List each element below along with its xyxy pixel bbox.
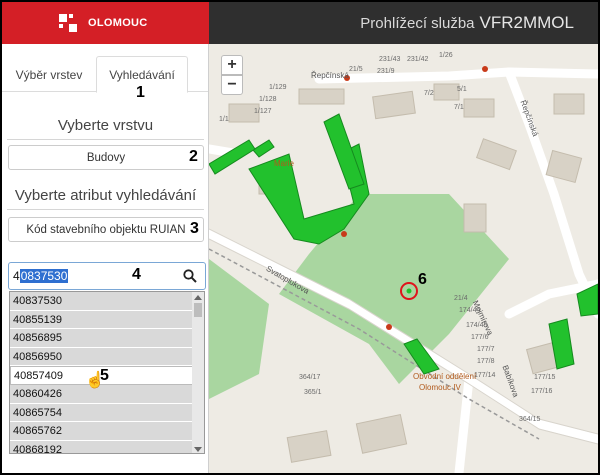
parcel-number: 1/127: [254, 108, 272, 115]
highlighted-building[interactable]: [406, 288, 412, 294]
street-label: Řepčínská: [311, 71, 349, 80]
search-selected-text: 0837530: [19, 269, 69, 283]
suggestion-item[interactable]: 40868192: [10, 440, 193, 453]
app-header: OLOMOUC Prohlížecí služba VFR2MMOL: [2, 2, 598, 44]
parcel-number: 231/43: [379, 56, 401, 63]
parcel-number: 1/1: [219, 116, 229, 123]
suggestion-item[interactable]: 40837530: [10, 292, 193, 311]
marker-1: 1: [136, 84, 145, 101]
parcel-number: 1/26: [439, 52, 453, 59]
brand-name: OLOMOUC: [88, 17, 148, 29]
parcel-number: 365/1: [304, 389, 322, 396]
parcel-number: 364/15: [519, 416, 541, 423]
scroll-down-icon[interactable]: [194, 447, 202, 452]
title-main: VFR2MMOL: [479, 13, 574, 32]
search-input[interactable]: 40837530: [8, 262, 206, 290]
scroll-thumb[interactable]: [194, 303, 202, 317]
marker-2: 2: [189, 148, 198, 165]
parcel-number: 174/45: [466, 322, 488, 329]
search-value: 40837530: [13, 269, 69, 283]
olomouc-logo-icon: [59, 14, 77, 32]
title-prefix: Prohlížecí služba: [360, 14, 475, 32]
parcel-number: 1/128: [259, 96, 277, 103]
parcel-number: 21/5: [349, 66, 363, 73]
screenshot-frame: OLOMOUC Prohlížecí služba VFR2MMOL Výběr…: [2, 2, 598, 473]
tab-bar: Výběr vrstev Vyhledávání: [2, 44, 208, 93]
suggestion-item[interactable]: 40855139: [10, 310, 193, 330]
suggestion-item[interactable]: 40856895: [10, 329, 193, 348]
parcel-number: 1/129: [269, 84, 287, 91]
marker-4: 4: [132, 266, 141, 283]
suggestion-item[interactable]: 40856950: [10, 347, 193, 367]
parcel-number: 7/1: [454, 104, 464, 111]
marker-5: 5: [100, 367, 109, 384]
parcel-number: 177/14: [474, 372, 496, 379]
parcel-number: 177/7: [477, 346, 495, 353]
suggestion-item[interactable]: 40865754: [10, 403, 193, 423]
parcel-number: 5/1: [457, 86, 467, 93]
marker-3: 3: [190, 220, 199, 237]
search-typed: 4: [13, 269, 20, 283]
attribute-section-title: Vyberte atribut vyhledávání: [14, 187, 197, 204]
place-label: Marie: [274, 159, 295, 168]
divider: [7, 139, 204, 140]
park-area: [209, 259, 269, 399]
parcel-number: 21/4: [454, 295, 468, 302]
brand[interactable]: OLOMOUC: [2, 2, 209, 44]
tab-layer-selection[interactable]: Výběr vrstev: [7, 56, 91, 93]
parcel-number: 177/16: [531, 388, 553, 395]
sidebar: Výběr vrstev Vyhledávání 1 Vyberte vrstv…: [2, 44, 209, 473]
parcel-number: 231/9: [377, 68, 395, 75]
layer-select[interactable]: Budovy: [8, 145, 204, 170]
scroll-up-icon[interactable]: [194, 295, 202, 300]
parcel-number: 364/17: [299, 374, 321, 381]
place-label: Olomouc IV: [419, 383, 461, 392]
attribute-select[interactable]: Kód stavebního objektu RUIAN: [8, 217, 204, 242]
place-label: Obvodní oddělení: [413, 372, 477, 381]
title-bar: Prohlížecí služba VFR2MMOL: [209, 2, 598, 44]
parcel-number: 174/44: [459, 307, 481, 314]
marker-6: 6: [418, 271, 427, 288]
zoom-in-button[interactable]: +: [221, 55, 243, 75]
parcel-number: 231/42: [407, 56, 429, 63]
parcel-number: 177/8: [477, 358, 495, 365]
divider: [7, 209, 204, 210]
map-view[interactable]: Řepčínská Svatoplukova Mojmírova Babíkov…: [209, 44, 598, 473]
search-icon[interactable]: [183, 269, 197, 283]
parcel-number: 177/6: [471, 334, 489, 341]
scrollbar[interactable]: [192, 292, 204, 453]
parcel-number: 177/15: [534, 374, 556, 381]
zoom-out-button[interactable]: −: [221, 75, 243, 95]
suggestion-item[interactable]: 40865762: [10, 422, 193, 441]
layer-section-title: Vyberte vrstvu: [57, 117, 154, 134]
parcel-number: 7/2: [424, 90, 434, 97]
